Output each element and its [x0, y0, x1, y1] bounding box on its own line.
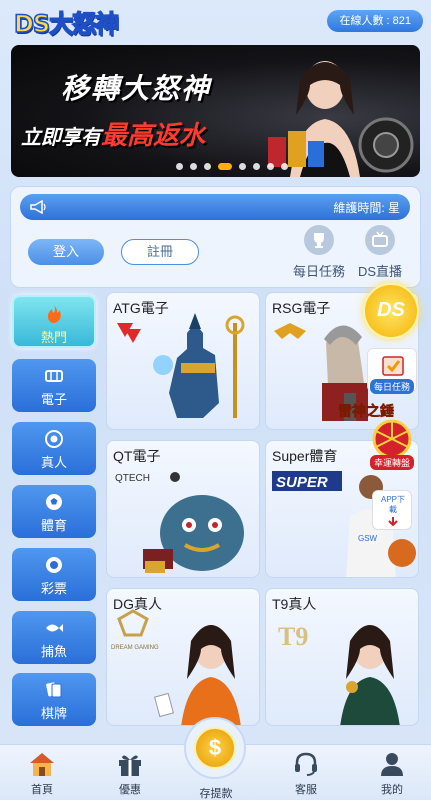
speaker-decoration [358, 117, 414, 173]
ds-live-label: DS直播 [357, 264, 403, 279]
game-title: RSG電子 [272, 300, 331, 316]
nav-label: 首頁 [31, 784, 53, 796]
banner-dot[interactable] [204, 163, 211, 170]
daily-task-floating[interactable]: 每日任務 [367, 348, 417, 394]
daily-task-label: 每日任務 [292, 264, 345, 279]
calendar-check-icon [382, 356, 404, 376]
top-header: DS大怒神 在線人數 : 821 [0, 0, 431, 42]
nav-label: 客服 [295, 784, 317, 796]
svg-text:T9: T9 [278, 622, 308, 651]
nav-deposit[interactable]: 存提款 [186, 781, 246, 800]
deposit-withdraw-button[interactable]: $ [184, 717, 246, 779]
banner-subline: 立即享有最高返水 [21, 115, 205, 152]
banner-dot[interactable] [190, 163, 197, 170]
announcement-marquee[interactable]: 維護時間: 星 [20, 194, 410, 220]
app-download-label: APP下載 [380, 495, 405, 514]
category-label: 真人 [40, 455, 67, 470]
category-fishing[interactable]: 捕魚 [12, 611, 96, 664]
tv-icon [365, 225, 395, 255]
banner-dot[interactable] [176, 163, 183, 170]
game-card-dg[interactable]: DREAM GAMING DG真人 [106, 588, 260, 726]
nav-label: 我的 [381, 784, 403, 796]
ds-live-link[interactable]: DS直播 [345, 225, 415, 280]
gift-icon [119, 755, 141, 776]
login-button[interactable]: 登入 [28, 239, 104, 265]
nav-home[interactable]: 首頁 [12, 751, 72, 797]
nav-label: 存提款 [199, 788, 233, 800]
cards-icon [46, 682, 62, 698]
banner-dot[interactable] [239, 163, 246, 170]
banner-headline: 移轉大怒神 [61, 73, 212, 104]
category-label: 棋牌 [40, 706, 67, 721]
banner-dot[interactable] [267, 163, 274, 170]
banner-subline-highlight: 最高返水 [101, 120, 206, 150]
qtech-logo-text: QTECH [115, 473, 150, 484]
game-title: Super體育 [272, 448, 338, 464]
banner-subline-prefix: 立即享有 [21, 127, 101, 149]
fish-icon [46, 624, 63, 632]
lucky-wheel-label: 幸運轉盤 [370, 455, 414, 470]
game-card-t9[interactable]: T9 T9真人 [265, 588, 419, 726]
game-title: ATG電子 [113, 300, 169, 316]
home-icon [30, 753, 54, 776]
nav-label: 優惠 [119, 784, 141, 796]
trophy-icon [304, 225, 334, 255]
category-sports[interactable]: 體育 [12, 485, 96, 538]
category-label: 捕魚 [40, 644, 67, 659]
soccer-ball-icon [46, 494, 62, 510]
category-label: 彩票 [40, 581, 67, 596]
marquee-text: 維護時間: 星 [333, 201, 400, 215]
app-download-floating[interactable]: APP下載 [372, 490, 412, 530]
nav-profile[interactable]: 我的 [362, 751, 422, 797]
promo-banner[interactable]: 移轉大怒神 立即享有最高返水 [11, 45, 420, 177]
category-label: 電子 [40, 392, 67, 407]
game-title: T9真人 [272, 596, 317, 612]
register-button[interactable]: 註冊 [121, 239, 199, 265]
download-arrow-icon [388, 517, 398, 527]
lottery-ball-icon [46, 557, 62, 573]
account-panel: 維護時間: 星 登入 註冊 每日任務 DS直播 [10, 186, 421, 288]
wheel-icon [372, 419, 412, 459]
category-hot[interactable]: 熱門 [12, 295, 96, 348]
nav-promotions[interactable]: 優惠 [100, 751, 160, 797]
svg-text:GSW: GSW [358, 534, 378, 543]
online-count-badge: 在線人數 : 821 [327, 10, 423, 32]
poker-chip-icon [45, 430, 63, 448]
banner-dot-active[interactable] [218, 163, 232, 170]
banner-dot[interactable] [253, 163, 260, 170]
category-label: 體育 [40, 518, 67, 533]
ds-badge-text: DS [377, 299, 405, 321]
app-logo[interactable]: DS大怒神 [13, 4, 120, 39]
category-label: 熱門 [40, 330, 67, 345]
daily-task-link[interactable]: 每日任務 [284, 225, 354, 280]
fire-icon [47, 305, 61, 323]
lucky-wheel-floating[interactable]: 幸運轉盤 [364, 417, 420, 470]
headset-icon [295, 752, 317, 776]
ds-floating-badge[interactable]: DS [363, 283, 419, 339]
category-slots[interactable]: 電子 [12, 359, 96, 412]
svg-text:SUPER: SUPER [276, 474, 328, 491]
daily-task-floating-label: 每日任務 [370, 379, 414, 394]
category-lottery[interactable]: 彩票 [12, 548, 96, 601]
category-cards[interactable]: 棋牌 [12, 673, 96, 726]
banner-dot[interactable] [281, 163, 288, 170]
banner-pagination [176, 163, 288, 170]
user-icon [381, 753, 403, 776]
game-title: DG真人 [113, 596, 162, 612]
nav-support[interactable]: 客服 [276, 751, 336, 797]
coin-icon: $ [194, 727, 236, 769]
game-card-qt[interactable]: QTECH QT電子 [106, 440, 260, 578]
category-live[interactable]: 真人 [12, 422, 96, 475]
game-card-atg[interactable]: ATG電子 [106, 292, 260, 430]
game-title: QT電子 [113, 448, 161, 464]
svg-text:DREAM GAMING: DREAM GAMING [111, 645, 159, 651]
megaphone-icon [30, 200, 46, 214]
slot-machine-icon [45, 370, 63, 382]
